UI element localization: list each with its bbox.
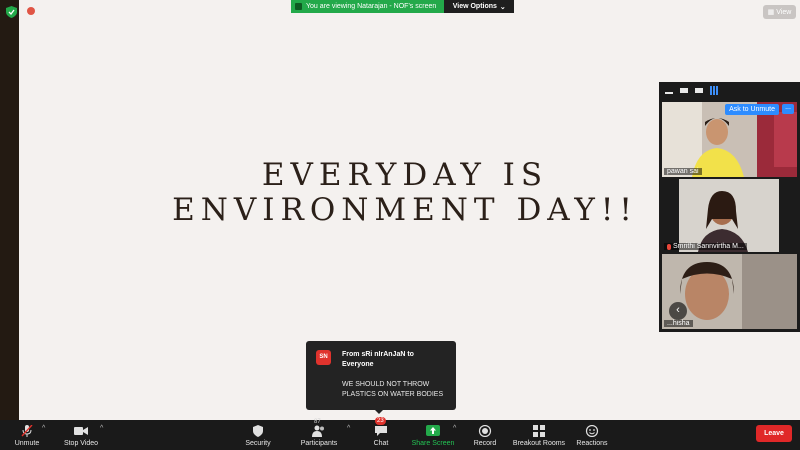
- muted-mic-icon: [667, 243, 671, 250]
- leave-button[interactable]: Leave: [756, 425, 792, 442]
- view-options-button[interactable]: View Options ⌄: [444, 0, 515, 13]
- muted-mic-icon: [21, 425, 33, 437]
- view-button-label: View: [776, 8, 792, 16]
- stop-video-label: Stop Video: [63, 440, 99, 447]
- zoom-meeting-window: You are viewing Natarajan - NOF's screen…: [0, 0, 800, 450]
- participant-video: [662, 179, 797, 252]
- share-screen-button[interactable]: Share Screen: [410, 420, 456, 450]
- ask-to-unmute-button[interactable]: Ask to Unmute: [725, 104, 779, 115]
- gallery-controls: [659, 82, 800, 99]
- viewing-banner: You are viewing Natarajan - NOF's screen…: [291, 0, 515, 13]
- gallery-grid-icon[interactable]: [710, 86, 719, 95]
- screen-share-icon: [295, 3, 302, 10]
- shield-icon: [253, 425, 263, 437]
- security-button[interactable]: Security: [242, 420, 274, 450]
- chevron-down-icon: ⌄: [499, 3, 506, 11]
- reactions-button[interactable]: Reactions: [576, 420, 608, 450]
- chevron-up-icon[interactable]: ^: [100, 425, 103, 432]
- recording-indicator: [27, 7, 35, 15]
- participant-name-label: pawan sai: [667, 168, 699, 175]
- participants-button[interactable]: 87 Participants: [298, 419, 340, 450]
- breakout-rooms-button[interactable]: Breakout Rooms: [512, 420, 566, 450]
- participant-name-label: ...hisha: [667, 320, 690, 327]
- chat-notification[interactable]: SN From sRi nIrAnJaN to Everyone WE SHOU…: [306, 341, 456, 414]
- share-screen-icon: [426, 425, 440, 436]
- record-button[interactable]: Record: [470, 420, 500, 450]
- record-icon: [478, 425, 492, 437]
- participants-count: 87: [314, 419, 321, 425]
- minimize-icon[interactable]: [665, 92, 673, 94]
- participant-name: Smrithi Sannvirtha M...: [664, 243, 747, 250]
- smiley-icon: [585, 425, 599, 437]
- chat-icon: [375, 426, 387, 436]
- view-options-label: View Options: [452, 3, 497, 10]
- video-camera-icon: [74, 427, 88, 435]
- participant-gallery-panel: Ask to Unmute ... pawan sai Smrithi Sann…: [659, 82, 800, 332]
- meeting-toolbar: Unmute ^ Stop Video ^ Security 87 Partic…: [0, 417, 800, 450]
- unmute-button[interactable]: Unmute: [10, 420, 44, 450]
- participant-tile[interactable]: Smrithi Sannvirtha M...: [662, 179, 797, 252]
- slide-title-line-2: ENVIRONMENT DAY!!: [172, 192, 638, 228]
- view-button[interactable]: ▦ View: [763, 5, 796, 19]
- chat-sender: From sRi nIrAnJaN to Everyone: [342, 351, 414, 368]
- tile-more-button[interactable]: ...: [782, 104, 794, 114]
- participant-name-label: Smrithi Sannvirtha M...: [673, 243, 744, 250]
- participant-name: pawan sai: [664, 168, 702, 175]
- strip-view-icon[interactable]: [695, 88, 703, 93]
- chat-label: Chat: [373, 440, 389, 447]
- chat-message: WE SHOULD NOT THROW PLASTICS ON WATER BO…: [342, 381, 444, 398]
- grid-icon: ▦: [767, 9, 775, 16]
- participant-name: ...hisha: [664, 320, 693, 327]
- reactions-label: Reactions: [576, 440, 608, 447]
- slide-title-line-1: EVERYDAY IS: [261, 157, 549, 193]
- shield-icon[interactable]: [6, 6, 17, 18]
- chevron-up-icon[interactable]: ^: [453, 425, 456, 432]
- stop-video-button[interactable]: Stop Video: [62, 420, 100, 450]
- share-screen-label: Share Screen: [411, 440, 455, 447]
- participant-tile[interactable]: Ask to Unmute ... pawan sai: [662, 102, 797, 177]
- speaker-view-icon[interactable]: [680, 88, 688, 93]
- participants-label: Participants: [300, 440, 338, 447]
- record-dot-icon: [27, 7, 35, 15]
- breakout-rooms-label: Breakout Rooms: [512, 440, 566, 447]
- unmute-label: Unmute: [14, 440, 40, 447]
- avatar: SN: [316, 350, 331, 365]
- viewing-status: You are viewing Natarajan - NOF's screen: [291, 0, 445, 13]
- chat-badge: 23: [375, 417, 386, 425]
- slide-title: EVERYDAY IS ENVIRONMENT DAY!!: [170, 158, 640, 228]
- chat-button[interactable]: 23 Chat: [368, 417, 394, 450]
- participants-icon: [312, 425, 324, 437]
- security-label: Security: [245, 440, 271, 447]
- breakout-rooms-icon: [533, 425, 545, 437]
- viewing-banner-label: You are viewing Natarajan - NOF's screen: [306, 3, 437, 10]
- chevron-up-icon[interactable]: ^: [42, 425, 45, 432]
- chevron-up-icon[interactable]: ^: [347, 425, 350, 432]
- record-label: Record: [473, 440, 497, 447]
- chevron-left-icon[interactable]: ‹: [669, 302, 687, 320]
- shared-screen-edge: [0, 0, 19, 420]
